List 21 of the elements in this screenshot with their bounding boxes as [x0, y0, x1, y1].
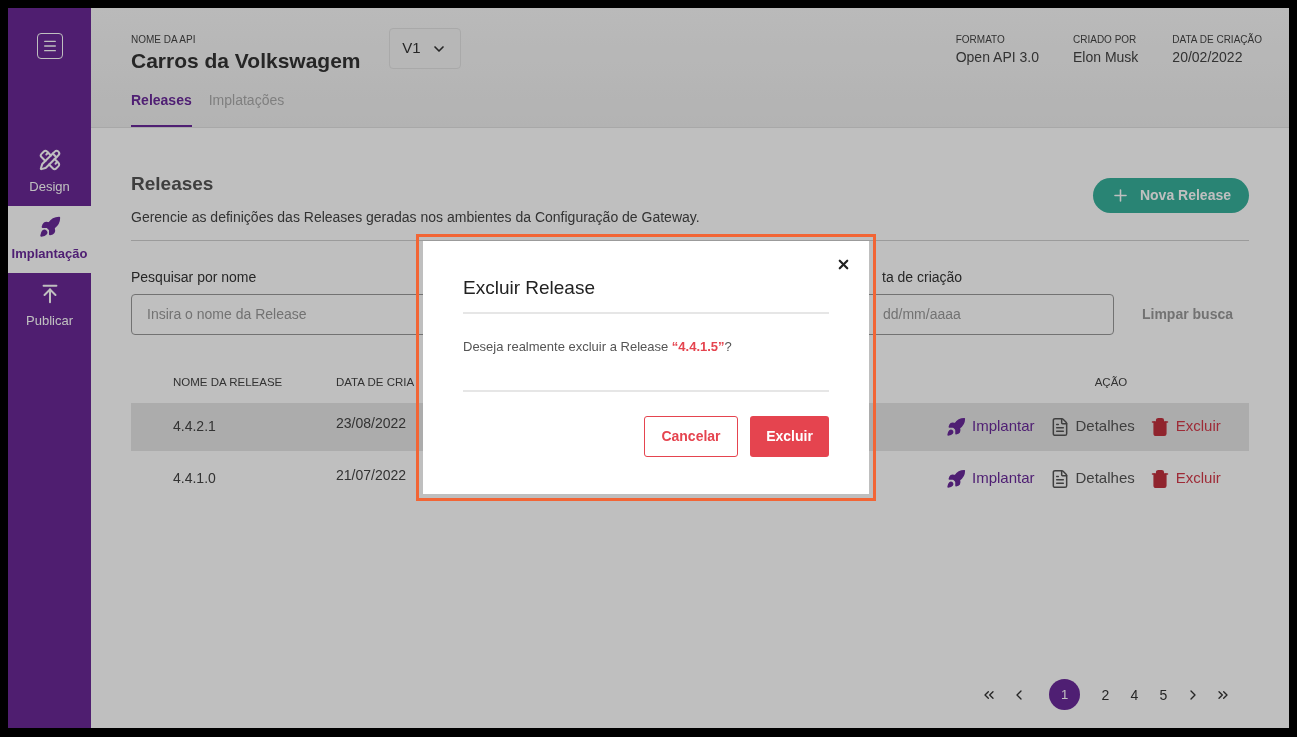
- dialog-message: Deseja realmente excluir a Release “4.4.1.5”?: [463, 336, 829, 392]
- api-label: NOME DA API: [131, 34, 197, 46]
- meta-label: DATA DE CRIAÇÃO: [1172, 34, 1262, 46]
- section-description: Gerencie as definições das Releases geradas nos ambientes da Configuração de Gateway.: [131, 207, 700, 227]
- table-cell-text: 4.4.1.0: [172, 469, 217, 488]
- dialog-title: Excluir Release: [463, 274, 829, 314]
- column-header: NOME DA RELEASE: [172, 374, 284, 390]
- table-cell-text: 4.4.2.1: [172, 417, 217, 436]
- meta-label: CRIADO POR: [1073, 34, 1138, 46]
- meta-value: 20/02/2022: [1172, 48, 1244, 67]
- section-title: Releases: [131, 172, 215, 196]
- field-label: ta de criação: [882, 267, 963, 287]
- table-cell-text: 23/08/2022: [336, 414, 408, 433]
- field-label: Pesquisar por nome: [131, 267, 257, 287]
- meta-value: Open API 3.0: [955, 48, 1039, 67]
- table-cell-text: 21/07/2022: [336, 466, 408, 485]
- meta-label: FORMATO: [955, 34, 1006, 46]
- column-header: DATA DE CRIA: [336, 374, 416, 390]
- column-header: AÇÃO: [1093, 374, 1129, 390]
- meta-value: Elon Musk: [1073, 48, 1139, 67]
- api-name: Carros da Volkswagem: [131, 48, 361, 74]
